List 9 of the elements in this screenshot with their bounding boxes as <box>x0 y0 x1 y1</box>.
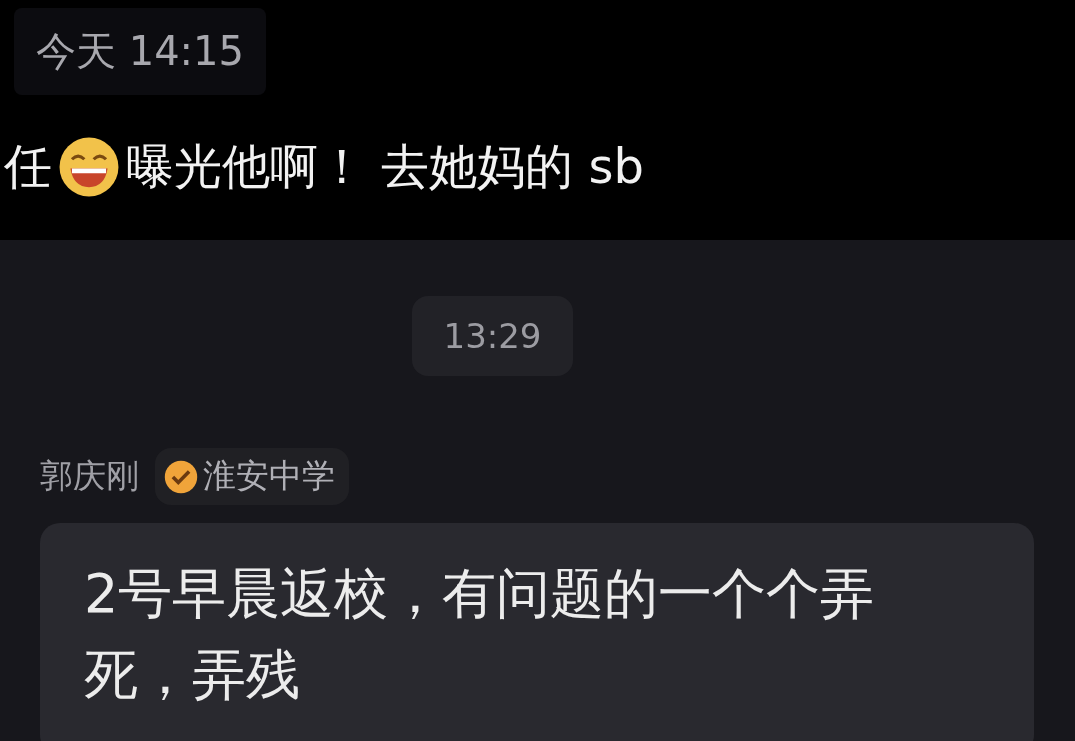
sender-name: 郭庆刚 <box>40 455 139 497</box>
school-label: 淮安中学 <box>203 455 335 497</box>
message-text: 曝光他啊！ 去她妈的 sb <box>126 137 644 196</box>
laughing-emoji-icon <box>58 136 120 198</box>
message-text: 任 <box>4 137 52 196</box>
timestamp: 13:29 <box>411 296 574 376</box>
message-bubble: 2号早晨返校，有问题的一个个弄死，弄残 <box>40 523 1034 741</box>
verified-check-icon <box>163 458 199 495</box>
timestamp: 今天 14:15 <box>14 8 266 95</box>
